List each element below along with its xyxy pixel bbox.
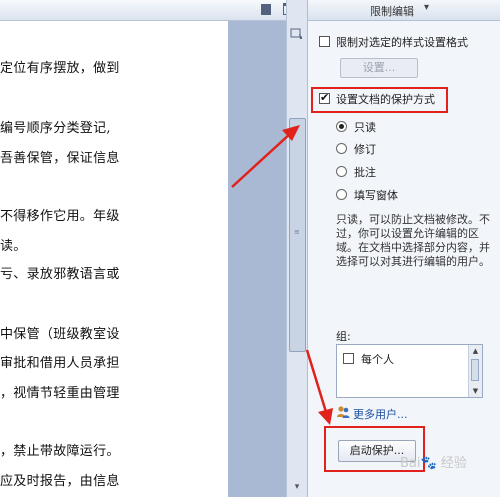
restrict-editing-pane: 限制编辑 ▾ 限制对选定的样式设置格式 设置... 设置文档的保护方式 只读 修… [307,0,500,497]
pane-header: 限制编辑 ▾ [308,0,500,21]
more-users-link[interactable]: 更多用户... [353,406,408,422]
radio-revision[interactable] [336,143,347,154]
document-line: 编号顺序分类登记, [0,121,111,136]
document-line: 中保管（班级教室设 [0,327,120,342]
group-everyone-checkbox[interactable] [343,353,354,364]
format-restriction-checkbox[interactable] [319,36,330,47]
highlight-box-protection-mode [311,87,448,113]
document-header-strip [0,0,306,21]
users-icon [337,406,350,418]
radio-comment-label: 批注 [354,166,376,179]
watermark: Bai🐾 经验 [400,456,467,471]
scroll-up-icon[interactable]: ▲ [471,347,480,355]
protection-description: 只读，可以防止文档被修改。不过，你可以设置允许编辑的区域。在文档中选择部分内容，… [336,213,490,268]
document-line: ，禁止带故障运行。 [0,444,120,459]
radio-readonly[interactable] [336,121,347,132]
document-line: 亏、录放邪教语言或 [0,267,120,282]
document-gutter [228,0,286,497]
vertical-scrollbar[interactable]: ≡ ▾ [286,0,307,497]
document-page[interactable]: 定位有序摆放，做到 编号顺序分类登记, 吾善保管，保证信息 不得移作它用。年级 … [0,0,228,497]
ruler-icon[interactable] [261,4,271,15]
ruler-toggle-icon[interactable] [290,27,303,40]
radio-form-fill-label: 填写窗体 [354,189,398,202]
pane-title: 限制编辑 [370,5,414,18]
document-line: ，视情节轻重由管理 [0,386,120,401]
document-line: 应及时报告，由信息 [0,474,120,489]
group-everyone-label: 每个人 [361,353,394,366]
document-line: 不得移作它用。年级 [0,209,120,224]
scroll-down-icon[interactable]: ▾ [289,478,305,496]
group-list-scroll-thumb[interactable] [471,359,479,381]
radio-readonly-label: 只读 [354,121,376,134]
document-line: 读。 [0,239,27,254]
radio-revision-label: 修订 [354,143,376,156]
format-restriction-label: 限制对选定的样式设置格式 [336,36,468,49]
scroll-down-icon[interactable]: ▼ [471,387,480,395]
document-line: 吾善保管，保证信息 [0,151,120,166]
pane-menu-chevron-icon[interactable]: ▾ [424,2,429,13]
scrollbar-grip-icon: ≡ [294,228,300,236]
radio-form-fill[interactable] [336,189,347,200]
group-list-scrollbar[interactable]: ▲ ▼ [468,345,482,397]
document-line: 审批和借用人员承担 [0,356,120,371]
settings-button[interactable]: 设置... [340,58,418,78]
group-list[interactable]: 每个人 ▲ ▼ [336,344,483,398]
group-label: 组: [336,330,351,343]
document-line: 定位有序摆放，做到 [0,61,120,76]
scrollbar-thumb[interactable]: ≡ [289,118,306,352]
radio-comment[interactable] [336,166,347,177]
